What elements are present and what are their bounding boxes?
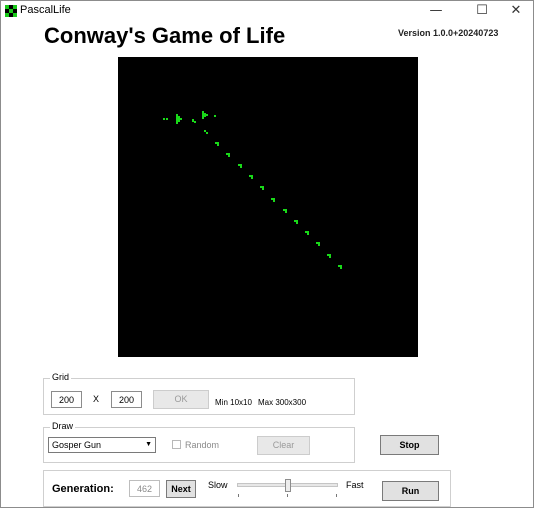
speed-slider[interactable]: [237, 479, 338, 499]
fast-label: Fast: [346, 480, 364, 490]
live-cell: [240, 166, 242, 168]
live-cell: [194, 121, 196, 123]
maximize-button[interactable]: ☐: [467, 1, 497, 21]
live-cell: [204, 130, 206, 132]
next-button[interactable]: Next: [166, 480, 196, 498]
stop-button[interactable]: Stop: [380, 435, 439, 455]
cell-layer: [163, 111, 342, 269]
live-cell: [285, 211, 287, 213]
close-button[interactable]: ✕: [501, 1, 531, 21]
grid-width-input[interactable]: 200: [51, 391, 82, 408]
live-cell: [228, 155, 230, 157]
live-cell: [273, 200, 275, 202]
live-cell: [166, 118, 168, 120]
run-button[interactable]: Run: [382, 481, 439, 501]
live-cell: [271, 198, 275, 200]
speed-slider-thumb[interactable]: [285, 479, 291, 492]
live-cell: [206, 114, 208, 116]
chevron-down-icon[interactable]: ▼: [145, 438, 152, 452]
random-label: Random: [185, 440, 220, 450]
app-title: Conway's Game of Life: [44, 23, 286, 48]
live-cell: [178, 116, 180, 122]
live-cell: [262, 188, 264, 190]
version-label: Version 1.0.0+20240723: [398, 28, 499, 38]
live-cell: [307, 233, 309, 235]
pattern-select-value: Gosper Gun: [52, 440, 102, 450]
live-cell: [340, 267, 342, 269]
live-cell: [327, 254, 331, 256]
live-cell: [260, 186, 264, 188]
live-cell: [192, 119, 194, 122]
slider-tick: [336, 494, 337, 497]
live-cell: [238, 164, 242, 166]
clear-button[interactable]: Clear: [257, 436, 310, 455]
live-cell: [251, 177, 253, 179]
live-cell: [215, 142, 219, 144]
generation-counter: 462: [129, 480, 160, 497]
grid-group: Grid 200 X 200 OK Min 10x10 Max 300x300: [43, 372, 355, 415]
title-bar: PascalLife — ☐ ✕: [1, 1, 533, 21]
slow-label: Slow: [208, 480, 228, 490]
grid-max-hint: Max 300x300: [258, 398, 307, 407]
live-cell: [163, 118, 165, 120]
grid-legend: Grid: [50, 372, 72, 382]
game-board[interactable]: [118, 57, 418, 357]
live-cell: [249, 175, 253, 177]
live-cell: [226, 153, 230, 155]
window-title: PascalLife: [20, 4, 71, 16]
minimize-button[interactable]: —: [421, 1, 451, 21]
grid-min-hint: Min 10x10: [215, 398, 252, 407]
grid-size-separator: X: [93, 394, 100, 404]
live-cell: [283, 209, 287, 211]
grid-ok-button[interactable]: OK: [153, 390, 209, 409]
random-checkbox[interactable]: [172, 440, 181, 449]
live-cell: [214, 115, 216, 117]
live-cell: [202, 111, 204, 119]
live-cell: [176, 114, 178, 124]
live-cell: [180, 118, 182, 120]
slider-tick: [238, 494, 239, 497]
live-cell: [329, 256, 331, 258]
generation-label: Generation:: [52, 483, 114, 495]
draw-legend: Draw: [50, 421, 76, 431]
live-cell: [296, 222, 298, 224]
live-cell: [204, 113, 206, 117]
live-cell: [338, 265, 342, 267]
slider-tick: [287, 494, 288, 497]
app-logo-icon: [5, 5, 17, 17]
live-cell: [305, 231, 309, 233]
grid-height-input[interactable]: 200: [111, 391, 142, 408]
app-window: PascalLife — ☐ ✕ Conway's Game of Life V…: [0, 0, 534, 508]
live-cell: [217, 144, 219, 146]
live-cell: [316, 242, 320, 244]
live-cell: [318, 244, 320, 246]
pattern-select[interactable]: Gosper Gun ▼: [48, 437, 156, 453]
live-cell: [206, 132, 208, 134]
live-cells: [163, 111, 342, 269]
generation-group: Generation: 462 Next Slow Fast Run: [43, 470, 451, 507]
live-cell: [294, 220, 298, 222]
draw-group: Draw Gosper Gun ▼ Random Clear: [43, 421, 355, 463]
